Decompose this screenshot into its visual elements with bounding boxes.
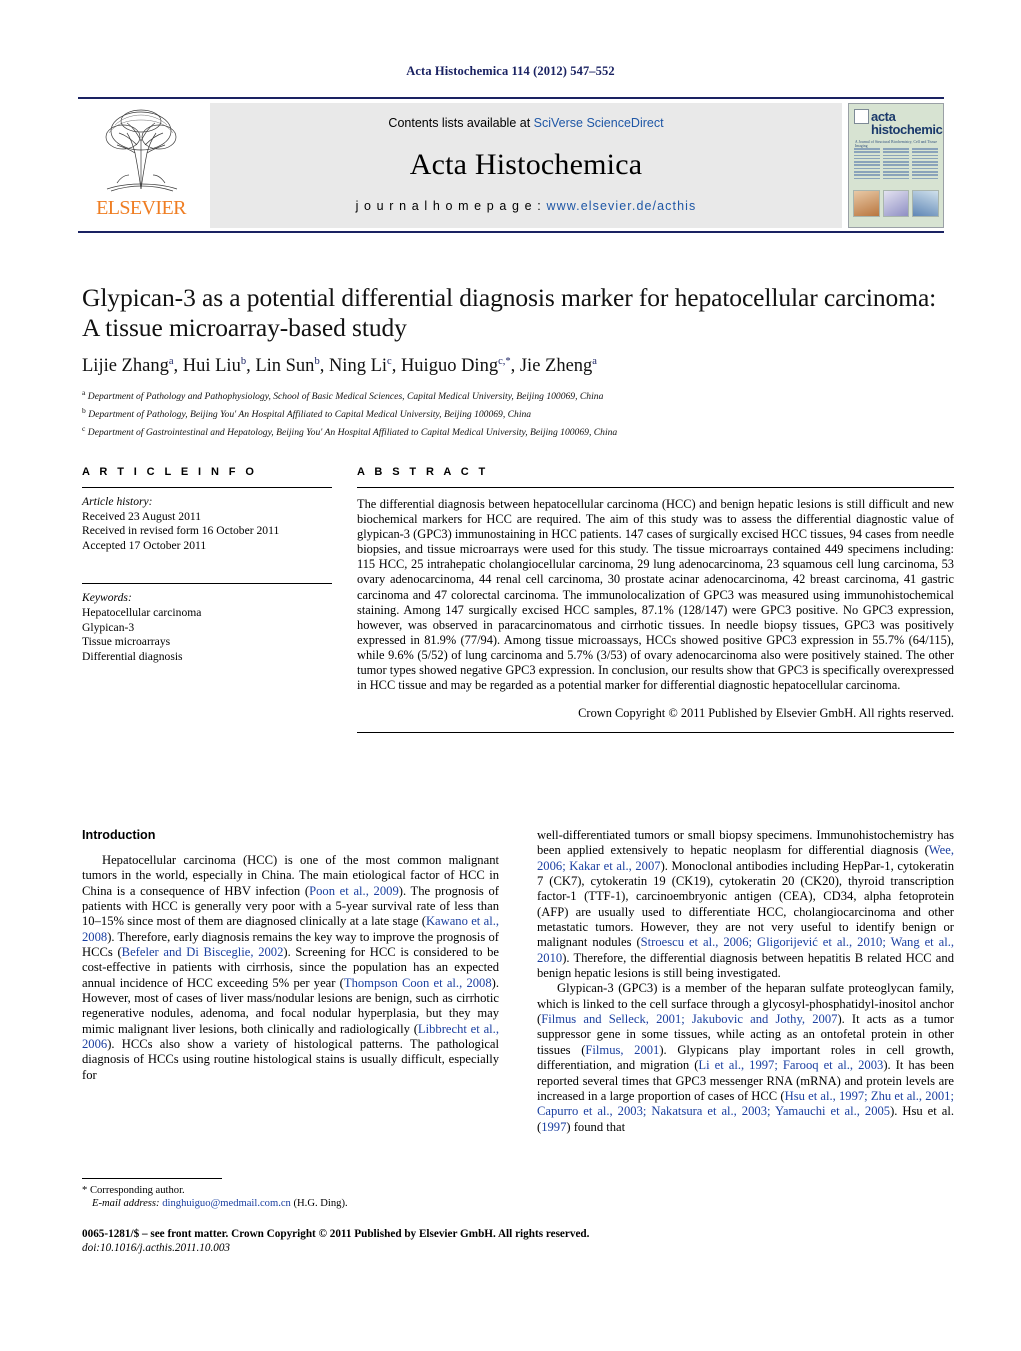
email-suffix: (H.G. Ding).: [290, 1198, 348, 1210]
body-column-left: Introduction Hepatocellular carcinoma (H…: [82, 828, 499, 1135]
keywords-label: Keywords:: [82, 591, 132, 605]
section-heading-introduction: Introduction: [82, 828, 156, 842]
email-label: E-mail address:: [92, 1198, 160, 1210]
footnote-rule: [82, 1178, 222, 1179]
cover-col: [912, 148, 938, 181]
article-info-heading: A R T I C L E I N F O: [82, 466, 258, 478]
journal-title: Acta Histochemica: [409, 147, 643, 181]
corresponding-author-line: * Corresponding author.: [82, 1185, 185, 1196]
affiliation-mark-a: a: [82, 388, 86, 398]
abstract-heading: A B S T R A C T: [357, 466, 489, 478]
body-paragraph: Glypican-3 (GPC3) is a member of the hep…: [537, 981, 955, 1134]
body-paragraph: Hepatocellular carcinoma (HCC) is one of…: [82, 853, 499, 1082]
paper-page: Acta Histochemica 114 (2012) 547–552 ELS…: [0, 0, 1021, 1351]
article-history-item: Received 23 August 2011: [82, 509, 202, 523]
contents-prefix: Contents lists available at: [388, 116, 534, 130]
abstract-column: A B S T R A C T The differential diagnos…: [357, 466, 954, 733]
front-matter-line: 0065-1281/$ – see front matter. Crown Co…: [82, 1228, 590, 1240]
cover-image-2: [882, 190, 910, 217]
bottom-matter: 0065-1281/$ – see front matter. Crown Co…: [82, 1227, 682, 1255]
abstract-text: The differential diagnosis between hepat…: [357, 497, 954, 693]
cover-text-columns: [854, 148, 938, 181]
homepage-url-link[interactable]: www.elsevier.de/acthis: [546, 199, 696, 213]
cover-col: [854, 148, 880, 181]
email-link[interactable]: dinghuiguo@medmail.com.cn: [162, 1198, 291, 1209]
email-line: E-mail address: dinghuiguo@medmail.com.c…: [82, 1197, 499, 1210]
keywords-rule: [82, 583, 332, 585]
affiliation-c: c Department of Gastrointestinal and Hep…: [82, 422, 954, 440]
keywords-body: Keywords: Hepatocellular carcinoma Glypi…: [82, 591, 332, 664]
cover-image-3: [912, 190, 940, 217]
abstract-bottom-rule: [357, 731, 954, 733]
elsevier-logo: ELSEVIER: [78, 103, 204, 228]
article-history-block: Article history: Received 23 August 2011…: [82, 495, 332, 553]
cover-micrograph-images: [853, 190, 940, 217]
keyword-item: Glypican-3: [82, 620, 135, 634]
cover-col: [883, 148, 909, 181]
abstract-copyright: Crown Copyright © 2011 Published by Else…: [578, 705, 954, 720]
keyword-item: Differential diagnosis: [82, 649, 183, 663]
cover-title: acta histochemica: [871, 110, 944, 137]
body-columns: Introduction Hepatocellular carcinoma (H…: [82, 828, 954, 1135]
cover-subtitle: A Journal of Structural Biochemistry, Ce…: [855, 140, 938, 148]
affiliation-mark-b: b: [82, 405, 86, 415]
keywords-block: Keywords: Hepatocellular carcinoma Glypi…: [82, 583, 332, 664]
masthead-center: Contents lists available at SciVerse Sci…: [210, 103, 842, 228]
keyword-item: Tissue microarrays: [82, 635, 171, 649]
body-column-right: well-differentiated tumors or small biop…: [537, 828, 954, 1135]
title-block: Glypican-3 as a potential differential d…: [82, 283, 954, 440]
cover-image-1: [853, 190, 880, 217]
cover-badge-icon: [854, 109, 869, 124]
corresponding-author-footnote: * Corresponding author. E-mail address: …: [82, 1178, 499, 1211]
keyword-item: Hepatocellular carcinoma: [82, 605, 202, 619]
article-history-label: Article history:: [82, 495, 153, 508]
masthead-bottom-rule: [78, 231, 944, 233]
affiliation-text-c: Department of Gastrointestinal and Hepat…: [87, 426, 618, 438]
article-history-item: Received in revised form 16 October 2011: [82, 524, 280, 538]
doi-line: doi:10.1016/j.acthis.2011.10.003: [82, 1242, 231, 1254]
journal-masthead: ELSEVIER Contents lists available at Sci…: [78, 97, 944, 233]
abstract-rule: [357, 487, 954, 488]
article-history-item: Accepted 17 October 2011: [82, 538, 207, 552]
affiliation-text-a: Department of Pathology and Pathophysiol…: [87, 391, 604, 403]
article-info-rule: [82, 487, 332, 488]
affiliation-mark-c: c: [82, 423, 86, 433]
running-head: Acta Histochemica 114 (2012) 547–552: [406, 64, 615, 78]
contents-line: Contents lists available at SciVerse Sci…: [388, 116, 663, 130]
elsevier-wordmark: ELSEVIER: [96, 197, 186, 219]
journal-homepage-line: j o u r n a l h o m e p a g e : www.else…: [356, 199, 697, 213]
info-abstract-row: A R T I C L E I N F O Article history: R…: [82, 466, 954, 733]
affiliation-text-b: Department of Pathology, Beijing You' An…: [88, 409, 532, 421]
page-title: Glypican-3 as a potential differential d…: [82, 283, 937, 342]
journal-cover-thumbnail: acta histochemica A Journal of Structura…: [848, 103, 944, 228]
affiliation-b: b Department of Pathology, Beijing You' …: [82, 404, 954, 422]
cover-title-line2: histochemica: [871, 122, 944, 137]
affiliation-list: a Department of Pathology and Pathophysi…: [82, 386, 954, 439]
author-list: Lijie Zhanga, Hui Liub, Lin Sunb, Ning L…: [82, 356, 597, 377]
article-info-column: A R T I C L E I N F O Article history: R…: [82, 466, 332, 733]
elsevier-tree-icon: [87, 105, 195, 197]
homepage-prefix: j o u r n a l h o m e p a g e :: [355, 199, 547, 213]
affiliation-a: a Department of Pathology and Pathophysi…: [82, 386, 954, 404]
body-paragraph: well-differentiated tumors or small biop…: [537, 828, 954, 981]
sciencedirect-link[interactable]: SciVerse ScienceDirect: [534, 116, 664, 130]
masthead-top-rule: [78, 97, 944, 99]
